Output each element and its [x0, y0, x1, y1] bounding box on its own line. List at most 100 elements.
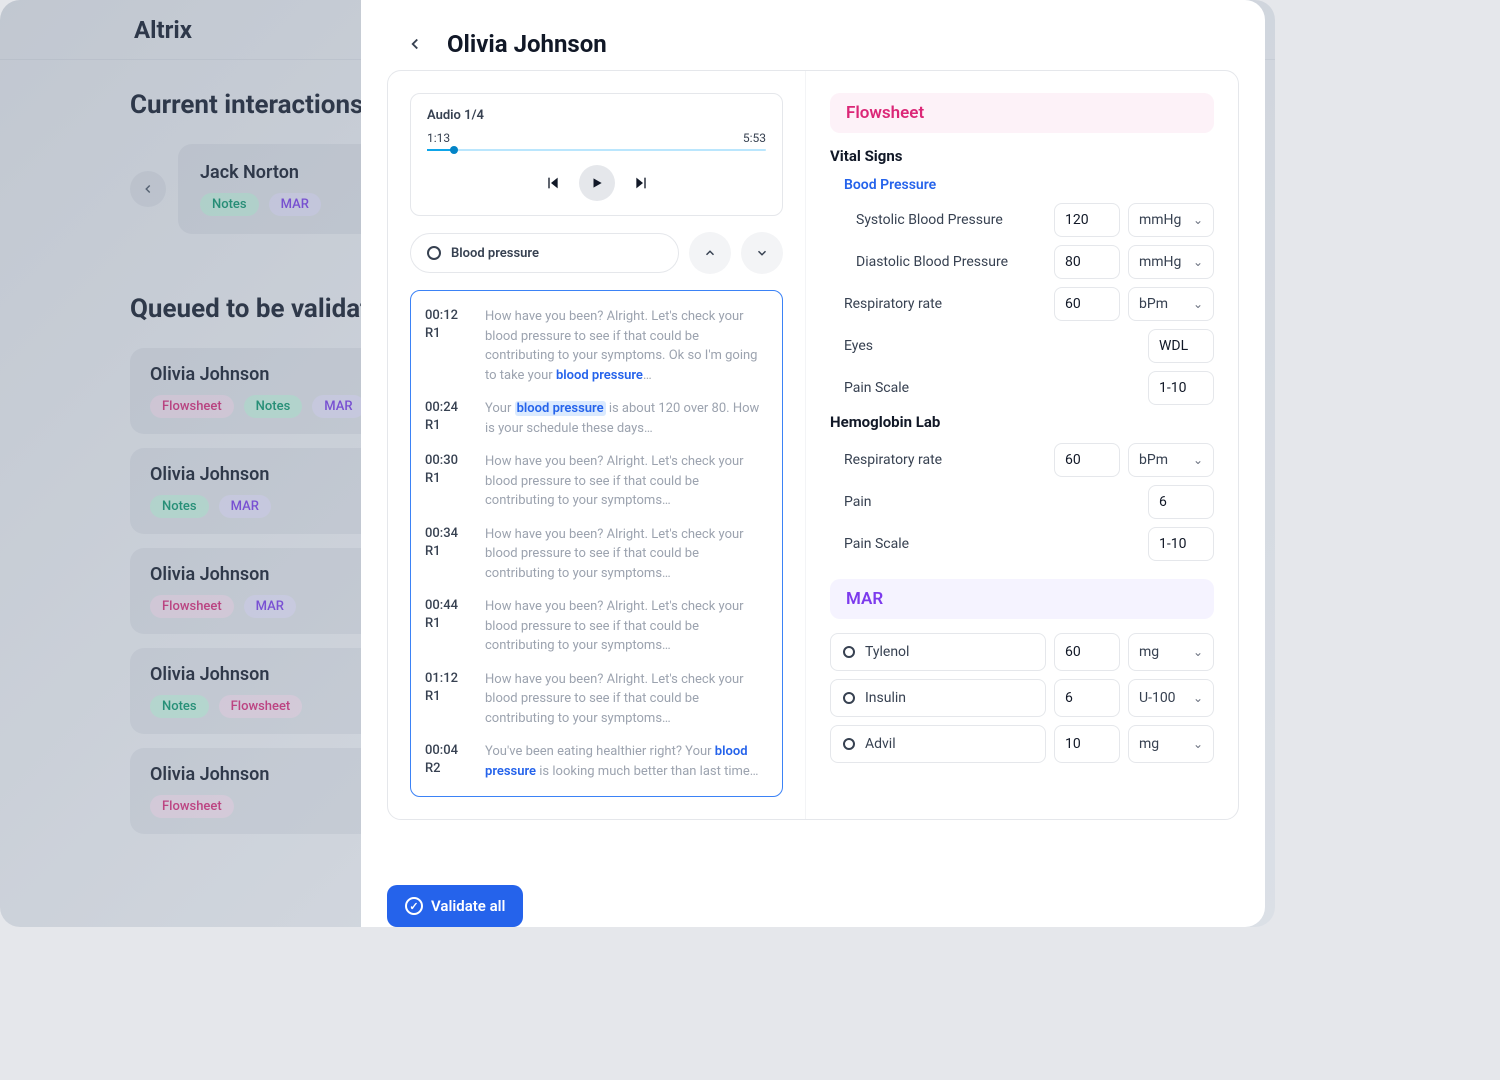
keyword: blood pressure — [556, 368, 643, 383]
blood-pressure-heading: Bood Pressure — [844, 177, 1214, 193]
diastolic-label: Diastolic Blood Pressure — [856, 254, 1046, 270]
diastolic-input[interactable] — [1054, 245, 1120, 279]
content-panel: Audio 1/4 1:13 5:53 — [387, 70, 1239, 820]
medication-unit-select[interactable]: U-100⌄ — [1128, 679, 1214, 717]
transcript-text: How have you been? Alright. Let's check … — [485, 597, 768, 656]
chevron-down-icon: ⌄ — [1193, 213, 1203, 227]
transcript-row[interactable]: 00:34R1 How have you been? Alright. Let's… — [425, 525, 768, 584]
medication-unit-select[interactable]: mg⌄ — [1128, 633, 1214, 671]
chevron-left-icon — [406, 35, 424, 53]
hemo-pain-input[interactable] — [1148, 485, 1214, 519]
medication-dose-input[interactable] — [1054, 679, 1120, 717]
transcript-row[interactable]: 00:12R1 How have you been? Alright. Let's… — [425, 307, 768, 385]
audio-progress[interactable] — [427, 149, 766, 151]
mar-list: Tylenol mg⌄ Insulin U-100⌄ Advil mg⌄ — [830, 633, 1214, 763]
medication-row: Insulin U-100⌄ — [830, 679, 1214, 717]
resp-input[interactable] — [1054, 287, 1120, 321]
transcript-panel[interactable]: 00:12R1 How have you been? Alright. Let's… — [410, 290, 783, 797]
filter-row: Blood pressure — [410, 232, 783, 274]
hemo-resp-unit-select[interactable]: bPm⌄ — [1128, 443, 1214, 477]
chevron-down-icon: ⌄ — [1193, 255, 1203, 269]
audio-time-row: 1:13 5:53 — [427, 131, 766, 145]
systolic-row: Systolic Blood Pressure mmHg⌄ — [830, 203, 1214, 237]
skip-back-button[interactable] — [545, 175, 561, 191]
hemo-pain-scale-row: Pain Scale — [830, 527, 1214, 561]
vital-signs-heading: Vital Signs — [830, 147, 1214, 165]
medication-name-input[interactable]: Insulin — [830, 679, 1046, 717]
medication-name-input[interactable]: Tylenol — [830, 633, 1046, 671]
transcript-text: How have you been? Alright. Let's check … — [485, 670, 768, 729]
transcript-meta: 00:04R2 — [425, 742, 467, 781]
media-controls — [427, 165, 766, 201]
skip-forward-icon — [633, 175, 649, 191]
play-button[interactable] — [579, 165, 615, 201]
transcript-text: You've been eating healthier right? Your… — [485, 742, 768, 781]
back-button[interactable] — [401, 30, 429, 58]
transcript-meta: 00:44R1 — [425, 597, 467, 656]
chevron-down-icon: ⌄ — [1193, 453, 1203, 467]
keyword: blood pressure — [515, 401, 606, 416]
mar-heading: MAR — [830, 579, 1214, 619]
transcript-row[interactable]: 01:12R1 How have you been? Alright. Let's… — [425, 670, 768, 729]
resp-unit-select[interactable]: bPm⌄ — [1128, 287, 1214, 321]
hemo-pain-row: Pain — [830, 485, 1214, 519]
audio-total: 5:53 — [743, 131, 766, 145]
resp-row: Respiratory rate bPm⌄ — [830, 287, 1214, 321]
chevron-down-icon: ⌄ — [1193, 737, 1203, 751]
medication-unit-select[interactable]: mg⌄ — [1128, 725, 1214, 763]
drawer-content: Audio 1/4 1:13 5:53 — [361, 70, 1265, 867]
pain-scale-row: Pain Scale — [830, 371, 1214, 405]
medication-row: Advil mg⌄ — [830, 725, 1214, 763]
systolic-input[interactable] — [1054, 203, 1120, 237]
patient-drawer: Olivia Johnson Audio 1/4 1:13 5:53 — [361, 0, 1265, 927]
audio-player: Audio 1/4 1:13 5:53 — [410, 93, 783, 216]
chevron-down-icon — [755, 246, 769, 260]
chevron-down-icon: ⌄ — [1193, 691, 1203, 705]
hemo-resp-label: Respiratory rate — [844, 452, 1046, 468]
diastolic-row: Diastolic Blood Pressure mmHg⌄ — [830, 245, 1214, 279]
validate-label: Validate all — [431, 897, 505, 915]
eyes-label: Eyes — [844, 338, 1140, 354]
medication-row: Tylenol mg⌄ — [830, 633, 1214, 671]
transcript-meta: 00:12R1 — [425, 307, 467, 385]
drawer-header: Olivia Johnson — [361, 0, 1265, 70]
record-marker-icon — [843, 646, 855, 658]
next-match-button[interactable] — [741, 232, 783, 274]
transcript-row[interactable]: 00:04R2 You've been eating healthier righ… — [425, 742, 768, 781]
audio-progress-thumb[interactable] — [450, 146, 458, 154]
hemoglobin-heading: Hemoglobin Lab — [830, 413, 1214, 431]
transcript-meta: 01:12R1 — [425, 670, 467, 729]
transcript-text: How have you been? Alright. Let's check … — [485, 452, 768, 511]
resp-label: Respiratory rate — [844, 296, 1046, 312]
medication-dose-input[interactable] — [1054, 633, 1120, 671]
diastolic-unit-select[interactable]: mmHg⌄ — [1128, 245, 1214, 279]
prev-match-button[interactable] — [689, 232, 731, 274]
transcript-text: How have you been? Alright. Let's check … — [485, 307, 768, 385]
eyes-input[interactable] — [1148, 329, 1214, 363]
record-marker-icon — [843, 692, 855, 704]
pain-scale-input[interactable] — [1148, 371, 1214, 405]
hemo-resp-row: Respiratory rate bPm⌄ — [830, 443, 1214, 477]
systolic-unit-select[interactable]: mmHg⌄ — [1128, 203, 1214, 237]
transcript-meta: 00:34R1 — [425, 525, 467, 584]
transcript-text: How have you been? Alright. Let's check … — [485, 525, 768, 584]
filter-chip[interactable]: Blood pressure — [410, 233, 679, 273]
transcript-text: Your blood pressure is about 120 over 80… — [485, 399, 768, 438]
skip-forward-button[interactable] — [633, 175, 649, 191]
filter-label: Blood pressure — [451, 246, 539, 261]
chevron-up-icon — [703, 246, 717, 260]
data-column: Flowsheet Vital Signs Bood Pressure Syst… — [806, 71, 1238, 819]
check-circle-icon: ✓ — [405, 897, 423, 915]
transcript-row[interactable]: 00:44R1 How have you been? Alright. Let's… — [425, 597, 768, 656]
record-marker-icon — [843, 738, 855, 750]
transcript-row[interactable]: 00:30R1How have you been? Alright. Let's… — [425, 452, 768, 511]
medication-dose-input[interactable] — [1054, 725, 1120, 763]
audio-elapsed: 1:13 — [427, 131, 450, 145]
transcript-row[interactable]: 00:24R1Your blood pressure is about 120 … — [425, 399, 768, 438]
validate-all-button[interactable]: ✓ Validate all — [387, 885, 523, 927]
play-icon — [590, 176, 604, 190]
pain-scale-label: Pain Scale — [844, 380, 1140, 396]
medication-name-input[interactable]: Advil — [830, 725, 1046, 763]
hemo-pain-scale-input[interactable] — [1148, 527, 1214, 561]
hemo-resp-input[interactable] — [1054, 443, 1120, 477]
